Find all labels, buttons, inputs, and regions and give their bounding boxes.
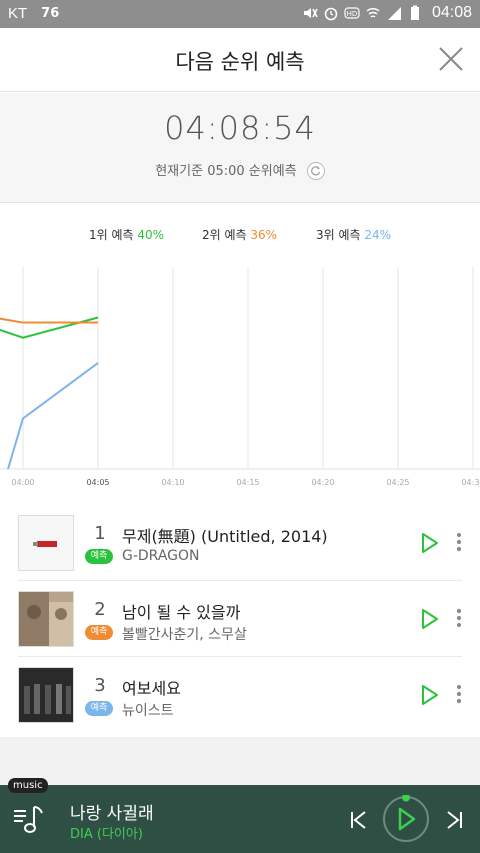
x-tick-label: 04:00 — [11, 478, 34, 487]
signal-number: 76 — [41, 6, 60, 21]
playlist-icon[interactable] — [12, 801, 48, 837]
legend-label: 1위 예측 — [89, 228, 134, 242]
x-tick-label: 04:30 — [461, 478, 480, 487]
status-bar: KT 76 HD 04:08 — [0, 0, 480, 28]
song-title: 여보세요 — [122, 679, 181, 698]
prediction-badge: 예측 — [85, 625, 113, 640]
hd-icon: HD — [344, 7, 360, 19]
signal-icon — [387, 7, 401, 20]
legend-value: 40% — [137, 228, 165, 242]
legend-value: 24% — [364, 228, 392, 242]
header: 다음 순위 예측 — [0, 28, 480, 92]
music-tag: music — [8, 778, 48, 793]
more-icon[interactable] — [456, 685, 462, 705]
x-tick-label: 04:15 — [236, 478, 259, 487]
play-icon[interactable] — [420, 684, 440, 706]
battery-icon — [410, 5, 419, 20]
prediction-badge: 예측 — [85, 701, 113, 716]
previous-icon[interactable] — [348, 809, 370, 831]
prediction-subtitle: 현재기준 05:00 순위예측 — [0, 160, 480, 181]
rank-number: 2 — [94, 599, 106, 620]
play-pause-button[interactable] — [382, 795, 430, 843]
album-art-2 — [18, 591, 74, 647]
prediction-subtitle-text: 현재기준 05:00 순위예측 — [155, 164, 297, 179]
x-tick-label: 04:25 — [386, 478, 409, 487]
prediction-list: 1 무제(無題) (Untitled, 2014) 예측 G-DRAGON 2 … — [0, 505, 480, 733]
alarm-icon — [324, 7, 338, 21]
song-artist: 볼빨간사춘기, 스무살 — [122, 627, 247, 643]
svg-text:HD: HD — [347, 10, 358, 18]
wifi-icon — [366, 7, 380, 18]
status-time: 04:08 — [431, 4, 472, 21]
more-icon[interactable] — [456, 609, 462, 629]
next-icon[interactable] — [443, 809, 465, 831]
song-title: 무제(無題) (Untitled, 2014) — [122, 527, 328, 546]
legend-value: 36% — [250, 228, 278, 242]
song-title: 남이 될 수 있을까 — [122, 603, 241, 622]
list-item[interactable]: 2 남이 될 수 있을까 예측 볼빨간사춘기, 스무살 — [18, 581, 462, 657]
current-time: 04:08:54 — [164, 109, 316, 147]
more-icon[interactable] — [456, 533, 462, 553]
list-item[interactable]: 1 무제(無題) (Untitled, 2014) 예측 G-DRAGON — [18, 505, 462, 581]
song-artist: G-DRAGON — [122, 548, 200, 564]
bottom-spacer — [0, 737, 480, 785]
legend-label: 3위 예측 — [316, 228, 361, 242]
x-tick-label: 04:10 — [161, 478, 184, 487]
play-icon[interactable] — [420, 608, 440, 630]
series-line-2 — [0, 317, 98, 324]
close-icon[interactable] — [436, 44, 466, 74]
now-playing-artist: DIA (다이아) — [70, 827, 143, 842]
prediction-badge: 예측 — [85, 549, 113, 564]
prediction-chart: 04:00 04:05 04:10 04:15 04:20 04:25 04:30 — [0, 267, 480, 487]
legend-item-3: 3위 예측 24% — [316, 226, 391, 243]
countdown-panel: 04:08:54 현재기준 05:00 순위예측 — [0, 93, 480, 203]
series-line-3 — [7, 362, 99, 470]
mini-player[interactable]: 나랑 사귈래 DIA (다이아) — [0, 785, 480, 853]
now-playing-title: 나랑 사귈래 — [70, 804, 154, 824]
page-title: 다음 순위 예측 — [175, 50, 305, 74]
song-artist: 뉴이스트 — [122, 703, 174, 719]
legend-label: 2위 예측 — [202, 228, 247, 242]
mute-icon — [303, 8, 318, 18]
x-tick-label: 04:05 — [86, 478, 109, 487]
list-item[interactable]: 3 여보세요 예측 뉴이스트 — [18, 657, 462, 733]
rank-number: 1 — [94, 523, 106, 544]
album-art-1 — [18, 515, 74, 571]
play-icon[interactable] — [420, 532, 440, 554]
rank-number: 3 — [94, 675, 106, 696]
chart-legend: 1위 예측 40% 2위 예측 36% 3위 예측 24% — [0, 226, 480, 244]
legend-item-1: 1위 예측 40% — [89, 226, 164, 243]
legend-item-2: 2위 예측 36% — [202, 226, 277, 243]
carrier-label: KT — [8, 5, 28, 22]
album-art-3 — [18, 667, 74, 723]
x-tick-label: 04:20 — [311, 478, 334, 487]
refresh-icon[interactable] — [306, 161, 325, 180]
